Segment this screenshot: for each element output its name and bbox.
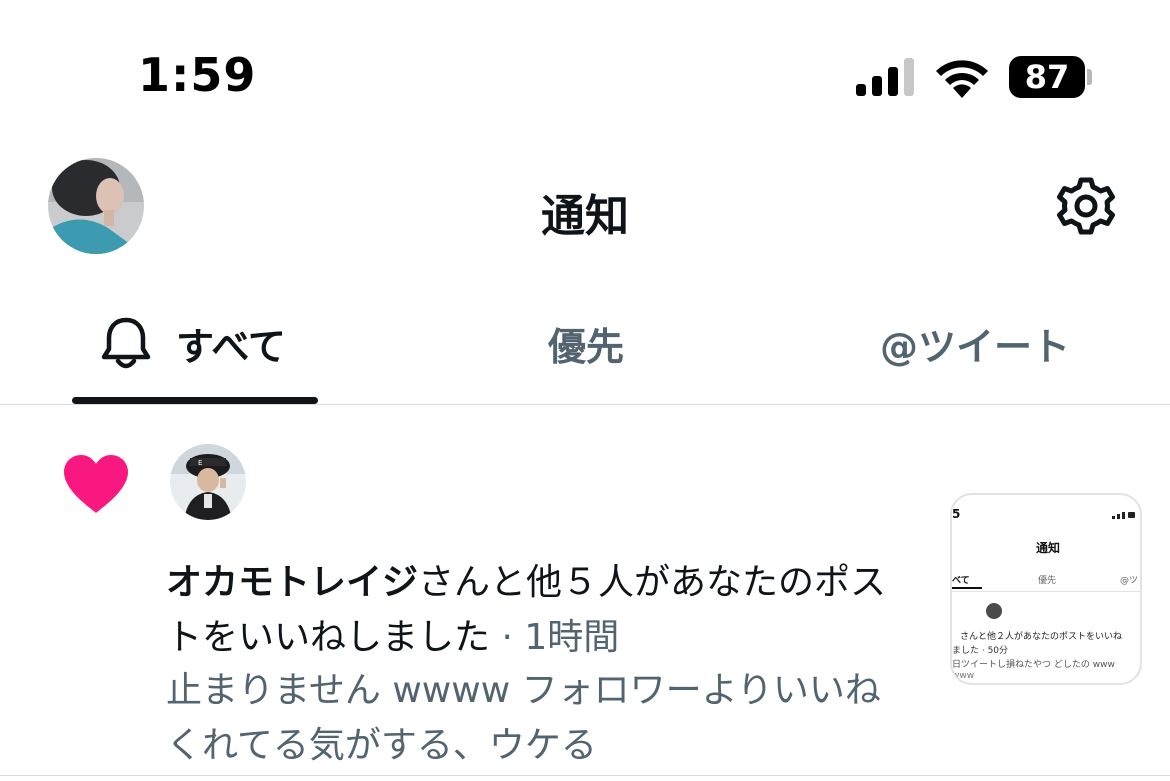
actor-name[interactable]: オカモトレイジ: [166, 562, 418, 603]
tab-mentions[interactable]: @ツイート: [880, 313, 1070, 373]
thumbnail-signal-icon: [1112, 512, 1135, 519]
actor-avatar[interactable]: E: [170, 444, 246, 520]
thumbnail-tab-priority: 優先: [1038, 576, 1057, 586]
tab-all[interactable]: すべて: [100, 313, 286, 373]
tab-mentions-label: @ツイート: [880, 324, 1071, 369]
header: 通知: [0, 150, 1170, 270]
tab-priority[interactable]: 優先: [548, 313, 624, 373]
settings-gear-icon[interactable]: [1052, 174, 1120, 242]
post-thumbnail[interactable]: 5 通知 べて 優先 @ツ さんと他２人があなたのポストをいいね ました · 5…: [950, 493, 1142, 685]
battery-icon: 87: [1009, 56, 1092, 98]
thumbnail-avatar: [986, 603, 1002, 619]
thumbnail-tab-mentions: @ツ: [1120, 576, 1139, 586]
notification-item[interactable]: E オカモトレイジさんと他５人があなたのポストをいいねしました · 1時間 止ま…: [0, 405, 1170, 781]
notification-preview: 止まりません wwww フォロワーよりいいねくれてる気がする、ウケる: [166, 670, 881, 766]
battery-tip: [1087, 69, 1092, 85]
tab-priority-label: 優先: [548, 324, 625, 369]
heart-icon: [64, 455, 128, 513]
thumbnail-tab-all: べて: [952, 576, 970, 586]
thumbnail-line-3: 日ツイートし損ねたやつ どしたの www: [952, 660, 1115, 670]
status-bar: 1:59 87: [0, 0, 1170, 150]
notification-text: オカモトレイジさんと他５人があなたのポストをいいねしました · 1時間: [166, 555, 906, 665]
wifi-icon: [936, 60, 988, 98]
notification-tabs: すべて 優先 @ツイート: [0, 285, 1170, 405]
list-divider: [0, 775, 1170, 776]
thumbnail-line-1: さんと他２人があなたのポストをいいね: [960, 632, 1123, 642]
thumbnail-line-4: www: [952, 671, 975, 681]
active-tab-indicator: [72, 397, 318, 404]
thumbnail-title: 通知: [1035, 541, 1060, 555]
svg-text:E: E: [198, 459, 202, 467]
notification-separator: ·: [490, 617, 525, 658]
thumbnail-time: 5: [952, 507, 961, 521]
notification-time: 1時間: [524, 617, 620, 658]
status-time: 1:59: [138, 48, 257, 102]
page-title: 通知: [541, 191, 629, 242]
battery-level: 87: [1024, 58, 1070, 96]
actor-avatar-image: E: [170, 444, 246, 520]
bell-icon: [101, 317, 151, 369]
tab-all-label: すべて: [176, 324, 286, 369]
thumbnail-tab-indicator: [952, 587, 982, 589]
thumbnail-divider: [952, 591, 1140, 592]
thumbnail-line-2: ました · 50分: [952, 646, 1009, 656]
cellular-signal-icon: [856, 58, 914, 96]
